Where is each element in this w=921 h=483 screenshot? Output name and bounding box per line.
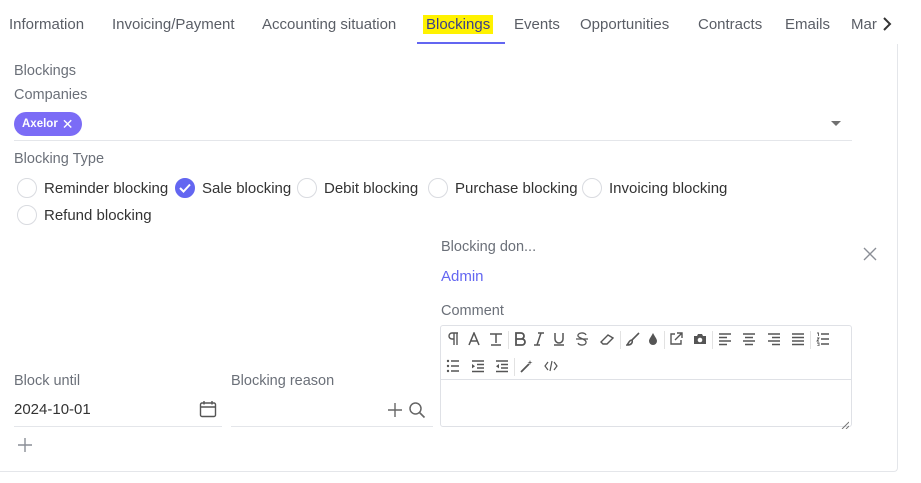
tab-mar[interactable]: Mar: [851, 16, 877, 33]
editor-toolbar: [441, 326, 851, 380]
blocking-reason-input[interactable]: [231, 401, 381, 419]
radio-reminder-blocking[interactable]: Reminder blocking: [17, 178, 168, 198]
indent-icon[interactable]: [468, 356, 488, 376]
paragraph-icon[interactable]: [443, 329, 463, 349]
radio-label: Debit blocking: [324, 179, 419, 197]
radio-refund-blocking[interactable]: Refund blocking: [17, 205, 152, 225]
blocking-reason-field-line: [231, 426, 433, 427]
code-icon[interactable]: [541, 356, 561, 376]
align-left-icon[interactable]: [715, 329, 735, 349]
resize-handle-icon[interactable]: [841, 416, 850, 430]
radio-label: Refund blocking: [44, 206, 152, 224]
caret-down-icon[interactable]: [831, 121, 841, 126]
magic-wand-icon[interactable]: [517, 356, 537, 376]
tab-contracts[interactable]: Contracts: [698, 16, 762, 33]
add-row-icon[interactable]: [17, 437, 33, 453]
search-icon[interactable]: [408, 401, 426, 419]
align-justify-icon[interactable]: [788, 329, 808, 349]
companies-field-line: [14, 140, 852, 141]
radio-circle: [17, 205, 37, 225]
strikethrough-icon[interactable]: [572, 329, 592, 349]
tab-accounting-situation[interactable]: Accounting situation: [262, 16, 396, 33]
block-until-label: Block until: [14, 373, 81, 389]
ordered-list-icon[interactable]: [813, 329, 833, 349]
company-tag-label: Axelor: [22, 118, 58, 130]
radio-label: Sale blocking: [202, 179, 292, 197]
chevron-right-icon[interactable]: [880, 14, 894, 34]
toolbar-separator: [620, 331, 621, 349]
toolbar-separator: [508, 331, 509, 349]
company-tag: Axelor ✕: [14, 112, 82, 136]
radio-debit-blocking[interactable]: Debit blocking: [297, 178, 418, 198]
toolbar-separator: [712, 331, 713, 349]
brush-icon[interactable]: [623, 329, 643, 349]
radio-label: Reminder blocking: [44, 179, 169, 197]
text-format-icon[interactable]: [486, 329, 506, 349]
check-icon: [175, 178, 195, 198]
section-title: Blockings: [14, 63, 77, 79]
block-until-input[interactable]: 2024-10-01: [14, 401, 91, 418]
block-until-field-line: [14, 426, 222, 427]
tab-invoicing-payment[interactable]: Invoicing/Payment: [112, 16, 235, 33]
blocking-reason-label: Blocking reason: [231, 373, 335, 389]
tab-emails[interactable]: Emails: [785, 16, 830, 33]
radio-label: Invoicing blocking: [609, 179, 728, 197]
radio-circle: [17, 178, 37, 198]
font-icon[interactable]: [464, 329, 484, 349]
underline-icon[interactable]: [549, 329, 569, 349]
tab-opportunities[interactable]: Opportunities: [580, 16, 669, 33]
companies-label: Companies: [14, 87, 88, 103]
align-center-icon[interactable]: [739, 329, 759, 349]
radio-circle: [428, 178, 448, 198]
radio-label: Purchase blocking: [455, 179, 578, 197]
calendar-icon[interactable]: [199, 400, 217, 418]
eraser-icon[interactable]: [597, 329, 617, 349]
tab-events[interactable]: Events: [514, 16, 560, 33]
outdent-icon[interactable]: [492, 356, 512, 376]
unordered-list-icon[interactable]: [443, 356, 463, 376]
radio-purchase-blocking[interactable]: Purchase blocking: [428, 178, 578, 198]
close-icon[interactable]: ✕: [62, 117, 74, 131]
camera-icon[interactable]: [690, 329, 710, 349]
radio-sale-blocking[interactable]: Sale blocking: [175, 178, 291, 198]
radio-circle: [297, 178, 317, 198]
tab-information[interactable]: Information: [9, 16, 84, 33]
comment-textarea[interactable]: [441, 381, 851, 426]
toolbar-separator: [664, 331, 665, 349]
close-icon[interactable]: [862, 246, 878, 262]
tab-blockings-label: Blockings: [423, 15, 494, 34]
bold-icon[interactable]: [510, 329, 530, 349]
radio-circle: [582, 178, 602, 198]
comment-editor: [440, 325, 852, 430]
comment-label: Comment: [441, 303, 504, 319]
tab-blockings[interactable]: Blockings: [423, 15, 494, 34]
toolbar-separator: [514, 358, 515, 376]
color-drop-icon[interactable]: [643, 329, 663, 349]
blocking-done-by-link[interactable]: Admin: [441, 268, 484, 285]
italic-icon[interactable]: [529, 329, 549, 349]
external-link-icon[interactable]: [666, 329, 686, 349]
toolbar-separator: [810, 331, 811, 349]
tab-bar: Information Invoicing/Payment Accounting…: [0, 0, 921, 44]
blocking-done-by-label: Blocking don...: [441, 239, 537, 255]
add-icon[interactable]: [387, 402, 403, 418]
align-right-icon[interactable]: [764, 329, 784, 349]
radio-invoicing-blocking[interactable]: Invoicing blocking: [582, 178, 727, 198]
blocking-type-label: Blocking Type: [14, 151, 105, 167]
